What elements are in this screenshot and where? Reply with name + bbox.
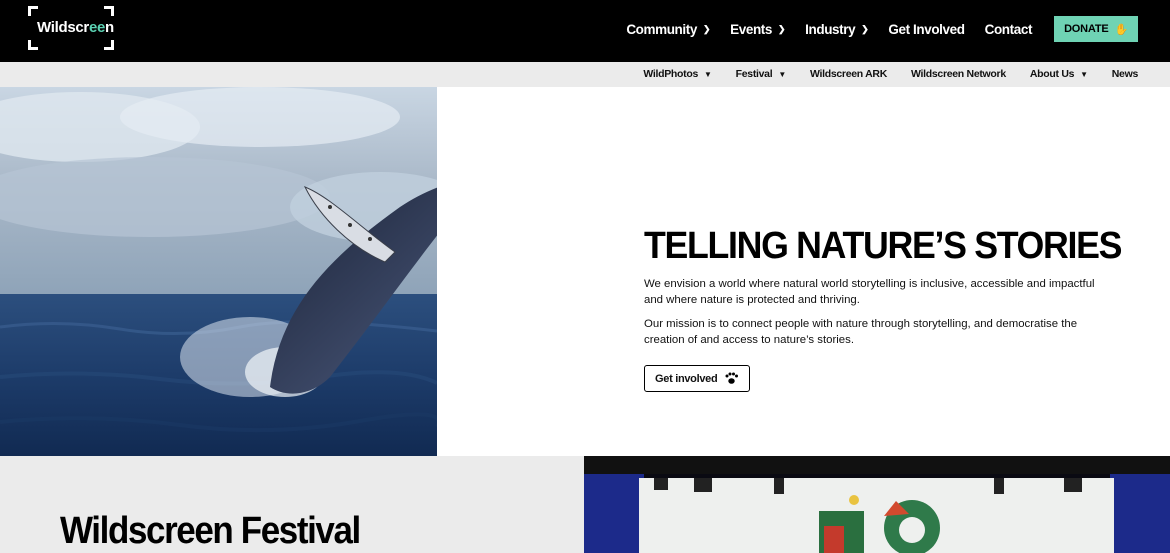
hand-icon: ✋ xyxy=(1114,23,1129,36)
sub-nav-news[interactable]: News xyxy=(1112,68,1139,80)
hero-mission-text: Our mission is to connect people with na… xyxy=(644,318,1078,346)
secondary-nav-bar: WildPhotos ▼ Festival ▼ Wildscreen ARK W… xyxy=(0,62,1170,87)
paw-icon xyxy=(725,372,739,384)
main-nav-get-involved[interactable]: Get Involved xyxy=(888,22,965,37)
festival-title: Wildscreen Festival xyxy=(60,510,361,552)
sub-nav-wildphotos[interactable]: WildPhotos ▼ xyxy=(643,68,712,80)
logo-corner xyxy=(28,6,38,16)
logo-wordmark: Wildscreen xyxy=(37,19,114,36)
main-nav-events[interactable]: Events ❯ xyxy=(730,22,785,37)
main-nav: Community ❯ Events ❯ Industry ❯ Get Invo… xyxy=(606,16,1138,42)
hero-content: TELLING NATURE’S STORIES We envision a w… xyxy=(644,224,1122,392)
chevron-down-icon: ❯ xyxy=(861,23,869,34)
main-nav-contact[interactable]: Contact xyxy=(985,22,1033,37)
wildscreen-logo[interactable]: Wildscreen xyxy=(28,6,114,50)
hero-vision-text: We envision a world where natural world … xyxy=(644,278,1095,306)
get-involved-button[interactable]: Get involved xyxy=(644,365,751,392)
chevron-down-icon: ❯ xyxy=(702,23,711,34)
logo-corner xyxy=(104,6,114,16)
caret-down-icon: ▼ xyxy=(704,69,712,79)
sub-nav-wildscreen-network[interactable]: Wildscreen Network xyxy=(911,68,1006,80)
donate-button[interactable]: DONATE ✋ xyxy=(1054,16,1138,42)
hero-whale-image xyxy=(0,87,437,456)
humpback-whale-breaching-photo xyxy=(0,87,437,456)
festival-stage-40-photo xyxy=(584,456,1170,553)
sub-nav-wildscreen-ark[interactable]: Wildscreen ARK xyxy=(810,68,887,80)
top-header: Wildscreen Community ❯ Events ❯ Industry… xyxy=(0,0,1170,62)
secondary-nav: WildPhotos ▼ Festival ▼ Wildscreen ARK W… xyxy=(619,68,1138,80)
logo-corner xyxy=(104,40,114,50)
main-nav-community[interactable]: Community ❯ xyxy=(626,22,710,37)
festival-image xyxy=(584,456,1170,553)
chevron-down-icon: ❯ xyxy=(778,23,786,34)
sub-nav-festival[interactable]: Festival ▼ xyxy=(736,68,787,80)
sub-nav-about-us[interactable]: About Us ▼ xyxy=(1030,68,1088,80)
caret-down-icon: ▼ xyxy=(778,69,786,79)
logo-corner xyxy=(28,40,38,50)
caret-down-icon: ▼ xyxy=(1080,69,1088,79)
hero-title: TELLING NATURE’S STORIES xyxy=(644,225,1122,267)
main-nav-industry[interactable]: Industry ❯ xyxy=(805,22,869,37)
